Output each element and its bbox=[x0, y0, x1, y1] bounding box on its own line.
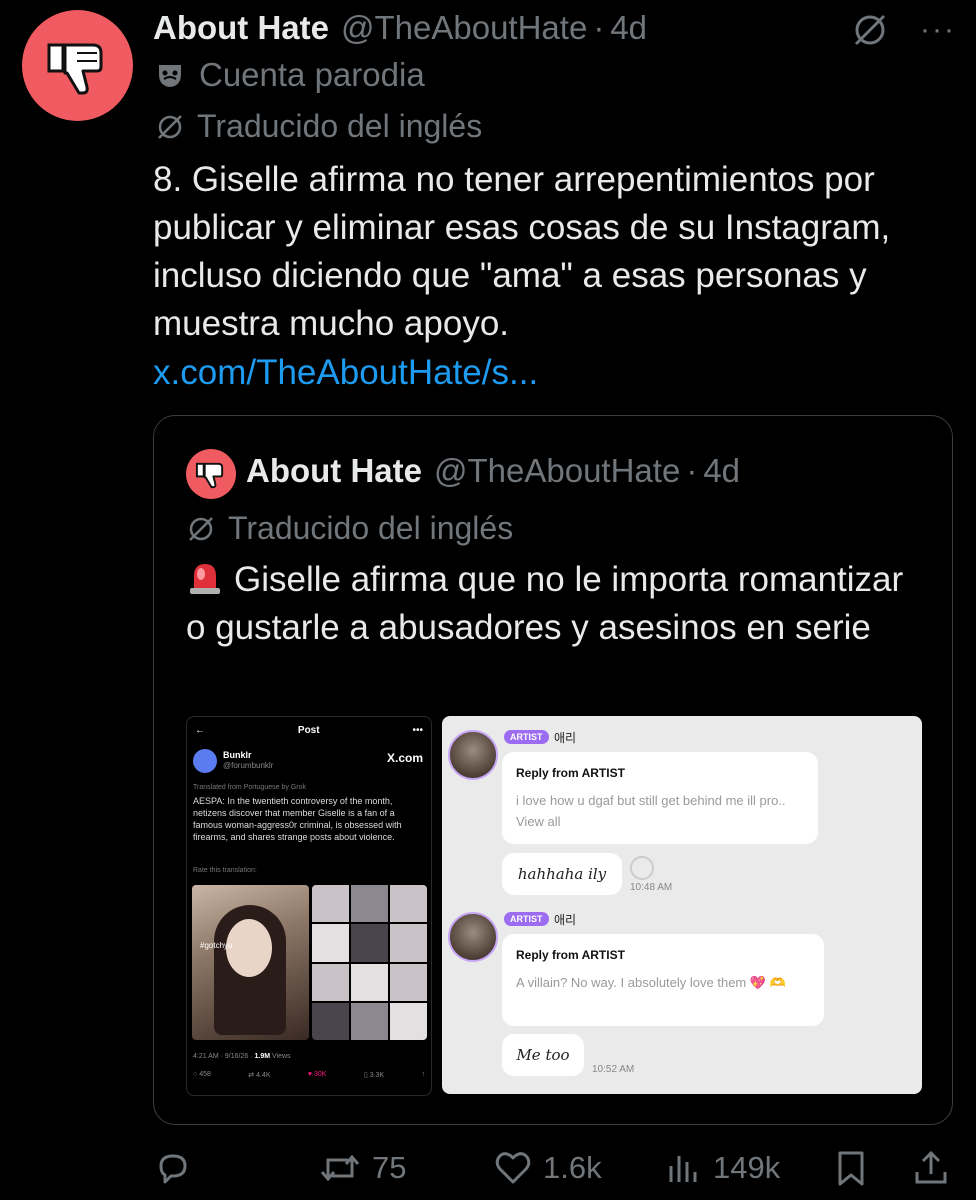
reply-bubble: Reply from ARTIST A villain? No way. I a… bbox=[502, 934, 824, 1026]
embedded-replies: ○ 458 bbox=[193, 1071, 211, 1078]
like-count: 1.6k bbox=[543, 1150, 602, 1185]
reply-bubble: Reply from ARTIST i love how u dgaf but … bbox=[502, 752, 818, 844]
x-logo: X.com bbox=[386, 751, 423, 765]
photo-face bbox=[226, 919, 272, 977]
embedded-body: AESPA: In the twentieth controversy of t… bbox=[193, 796, 402, 842]
photo-tag: #gotchyu bbox=[200, 941, 233, 950]
reply-body: i love how u dgaf but still get behind m… bbox=[516, 793, 786, 829]
masks-icon bbox=[159, 65, 181, 87]
embedded-name: Bunklr bbox=[223, 750, 252, 760]
artist-name: 애리 bbox=[554, 731, 577, 745]
translated-label[interactable]: Traducido del inglés bbox=[155, 108, 482, 145]
views-button[interactable]: 149k bbox=[663, 1148, 780, 1188]
embedded-photo-grid bbox=[312, 885, 427, 1040]
author-handle[interactable]: @TheAboutHate bbox=[341, 9, 587, 47]
embedded-post-title: Post bbox=[297, 724, 320, 736]
embedded-actions: ○ 458 ⇄ 4.4K ♥ 30K ▯ 3.3K ↑ bbox=[193, 1071, 425, 1079]
embedded-chat-screenshot[interactable]: ARTIST 애리 Reply from ARTIST i love how u… bbox=[442, 716, 922, 1094]
artist-avatar bbox=[448, 730, 498, 780]
author-name[interactable]: About Hate bbox=[153, 9, 329, 47]
artist-name: 애리 bbox=[554, 913, 577, 927]
tweet-header: About Hate @TheAboutHate · 4d ··· bbox=[153, 6, 956, 50]
repost-count: 75 bbox=[372, 1150, 407, 1185]
more-icon: ••• bbox=[412, 724, 423, 736]
views-count: 149k bbox=[713, 1150, 781, 1185]
embedded-translated: Translated from Portuguese by Grok bbox=[193, 784, 306, 791]
header-actions: ··· bbox=[850, 10, 956, 50]
tweet-time[interactable]: 4d bbox=[610, 9, 647, 47]
tweet-link[interactable]: x.com/TheAboutHate/s... bbox=[153, 350, 538, 396]
action-bar: 75 1.6k 149k bbox=[153, 1140, 953, 1196]
grok-icon[interactable] bbox=[850, 10, 890, 50]
separator-dot: · bbox=[593, 9, 605, 46]
read-check-icon bbox=[630, 856, 654, 880]
bookmark-icon bbox=[838, 1151, 864, 1186]
embedded-bookmarks: ▯ 3.3K bbox=[363, 1072, 385, 1079]
reply-title: Reply from ARTIST bbox=[516, 766, 625, 780]
artist-avatar bbox=[448, 912, 498, 962]
message-time: 10:52 AM bbox=[592, 1064, 635, 1075]
separator-dot: · bbox=[686, 452, 698, 489]
tweet-text: 8. Giselle afirma no tener arrepentimien… bbox=[153, 160, 891, 343]
translated-text: Traducido del inglés bbox=[197, 108, 483, 144]
reply-icon bbox=[159, 1154, 187, 1184]
user-reply-bubble: hahhaha ily bbox=[502, 853, 622, 895]
quoted-author-name: About Hate bbox=[246, 452, 422, 489]
siren-icon bbox=[190, 564, 220, 594]
embedded-post-user: Bunklr @forumbunklr X.com bbox=[193, 749, 425, 779]
parody-text: Cuenta parodia bbox=[199, 56, 425, 93]
bookmark-button[interactable] bbox=[833, 1148, 869, 1188]
repost-button[interactable]: 75 bbox=[318, 1148, 406, 1188]
embedded-meta: 4:21 AM · 9/16/26 · 1.9M Views bbox=[193, 1053, 291, 1060]
quoted-text-body: Giselle afirma que no le importa romanti… bbox=[186, 560, 904, 647]
parody-label: Cuenta parodia bbox=[155, 56, 425, 94]
more-options-icon[interactable]: ··· bbox=[920, 15, 956, 45]
embedded-reposts: ⇄ 4.4K bbox=[248, 1072, 271, 1079]
repost-icon bbox=[320, 1154, 360, 1182]
quoted-author-avatar[interactable] bbox=[186, 449, 236, 499]
thumbs-down-icon bbox=[195, 462, 224, 489]
embedded-handle: @forumbunklr bbox=[223, 761, 274, 770]
quoted-translated-text: Traducido del inglés bbox=[228, 510, 514, 546]
grok-icon bbox=[158, 114, 182, 139]
heart-icon bbox=[495, 1152, 531, 1184]
artist-badge: ARTIST bbox=[504, 912, 549, 926]
like-button[interactable]: 1.6k bbox=[493, 1148, 602, 1188]
quoted-time: 4d bbox=[703, 452, 741, 489]
quoted-text: Giselle afirma que no le importa romanti… bbox=[186, 556, 926, 652]
share-button[interactable] bbox=[911, 1148, 951, 1188]
embedded-photo-portrait: #gotchyu bbox=[192, 885, 309, 1040]
reply-body: A villain? No way. I absolutely love the… bbox=[516, 975, 786, 990]
embedded-avatar bbox=[193, 749, 217, 773]
embedded-share: ↑ bbox=[421, 1071, 426, 1078]
grok-icon bbox=[189, 516, 213, 541]
reply-title: Reply from ARTIST bbox=[516, 948, 625, 962]
embedded-post-topbar: ← Post ••• bbox=[187, 717, 431, 743]
user-reply-bubble: Me too bbox=[502, 1034, 584, 1076]
back-arrow-icon: ← bbox=[195, 724, 205, 736]
reply-button[interactable] bbox=[153, 1148, 193, 1188]
quoted-translated-label[interactable]: Traducido del inglés bbox=[186, 510, 513, 547]
embedded-post-screenshot[interactable]: ← Post ••• Bunklr @forumbunklr X.com Tra… bbox=[186, 716, 432, 1096]
quoted-tweet[interactable]: About Hate @TheAboutHate · 4d Traducido … bbox=[153, 415, 953, 1125]
embedded-likes: ♥ 30K bbox=[307, 1071, 327, 1078]
quoted-header: About Hate @TheAboutHate · 4d bbox=[246, 452, 740, 490]
embedded-rate: Rate this translation: bbox=[193, 867, 257, 874]
quoted-author-handle: @TheAboutHate bbox=[434, 452, 681, 489]
share-icon bbox=[915, 1150, 947, 1184]
message-time: 10:48 AM bbox=[630, 882, 673, 893]
author-avatar[interactable] bbox=[22, 10, 133, 121]
artist-badge: ARTIST bbox=[504, 730, 549, 744]
thumbs-down-icon bbox=[47, 43, 102, 94]
views-chart-icon bbox=[669, 1156, 697, 1182]
